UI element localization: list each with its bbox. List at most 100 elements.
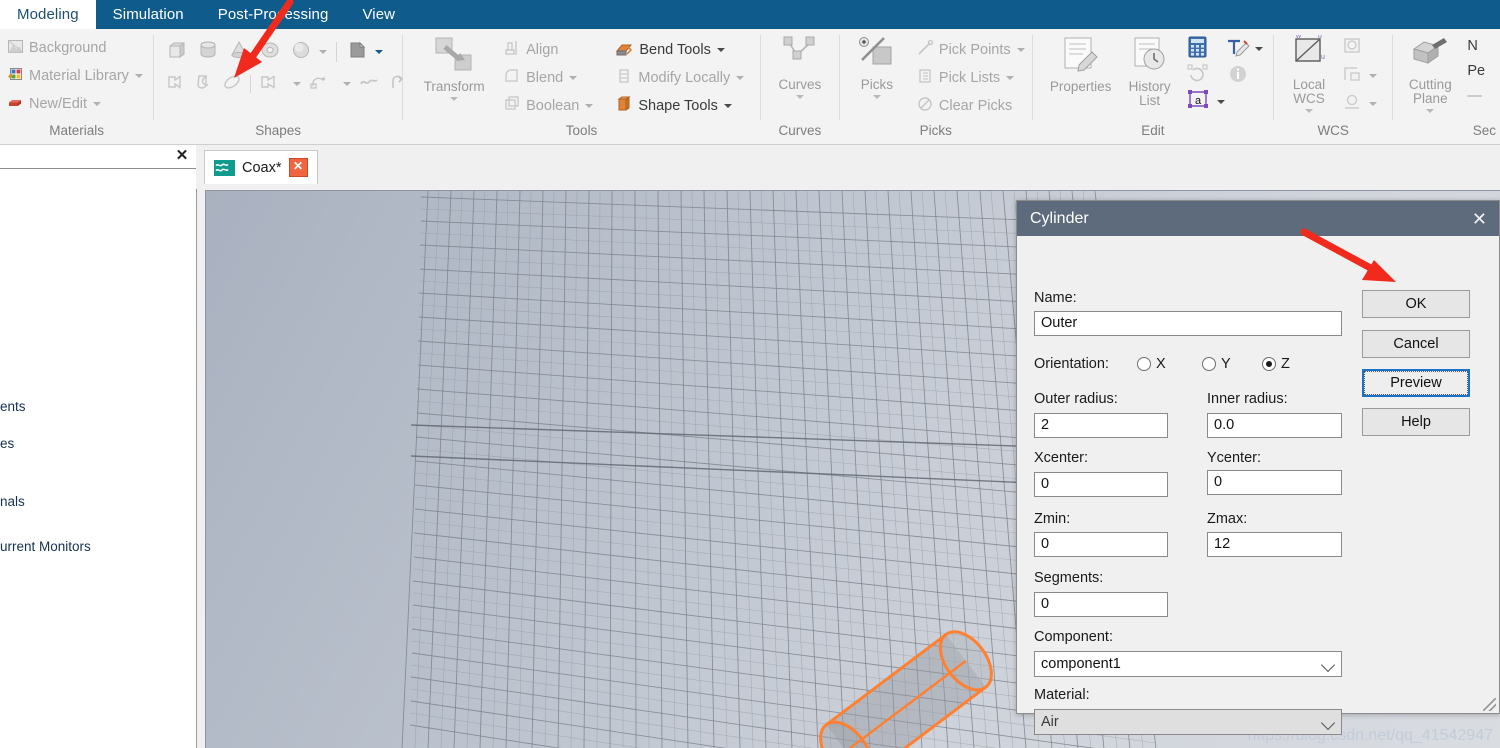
ycenter-input[interactable]: 0 — [1207, 470, 1342, 495]
cutting-plane-button[interactable]: Cutting Plane — [1399, 33, 1461, 113]
chevron-down-icon[interactable] — [723, 104, 732, 108]
cancel-button[interactable]: Cancel — [1362, 330, 1470, 358]
chevron-down-icon[interactable] — [1216, 100, 1225, 104]
brick-icon[interactable] — [166, 39, 188, 66]
new-edit-material-button[interactable]: New/Edit — [7, 90, 102, 118]
trace-from-curve-icon[interactable] — [259, 72, 279, 97]
rotate-icon[interactable] — [194, 72, 214, 97]
wcs-store-icon[interactable] — [1342, 92, 1363, 117]
resize-grip[interactable] — [1483, 698, 1496, 711]
clipped-item-dash[interactable]: — — [1467, 87, 1485, 105]
preview-button[interactable]: Preview — [1362, 369, 1470, 397]
chevron-down-icon[interactable] — [134, 74, 143, 78]
sphere-icon[interactable] — [290, 39, 312, 66]
extrude-icon[interactable] — [166, 72, 186, 97]
picks-button[interactable]: Picks — [848, 33, 906, 99]
curves-button[interactable]: Curves — [768, 33, 832, 99]
properties-button[interactable]: Properties — [1043, 33, 1119, 94]
chevron-down-icon[interactable] — [736, 76, 745, 80]
extrude-face-icon[interactable] — [346, 39, 368, 66]
segments-input[interactable]: 0 — [1034, 592, 1168, 617]
chevron-down-icon[interactable] — [716, 48, 725, 52]
orientation-radio-z[interactable]: Z — [1262, 356, 1290, 372]
cone-icon[interactable] — [228, 39, 250, 66]
tab-post-processing[interactable]: Post-Processing — [201, 0, 346, 29]
chevron-down-icon[interactable] — [1369, 102, 1378, 106]
modify-locally-button[interactable]: Modify Locally — [615, 64, 745, 92]
inner-radius-input[interactable]: 0.0 — [1207, 413, 1342, 438]
wire-icon[interactable] — [309, 72, 329, 97]
xcenter-input[interactable]: 0 — [1034, 472, 1168, 497]
clipped-item-pe[interactable]: Pe — [1467, 62, 1485, 80]
transform-button[interactable]: Transform — [417, 33, 491, 101]
outer-radius-input[interactable]: 2 — [1034, 413, 1168, 438]
chevron-down-icon[interactable] — [450, 97, 459, 101]
tab-view[interactable]: View — [345, 0, 412, 29]
chevron-down-icon[interactable] — [585, 104, 594, 108]
tree-item-current-monitors[interactable]: urrent Monitors — [0, 539, 91, 554]
chevron-down-icon[interactable] — [343, 82, 352, 86]
help-button[interactable]: Help — [1362, 408, 1470, 436]
bend-tools-button[interactable]: Bend Tools — [615, 36, 744, 64]
chevron-down-icon[interactable] — [1369, 74, 1378, 78]
shape-tools-button[interactable]: Shape Tools — [615, 92, 744, 120]
chevron-down-icon[interactable] — [293, 82, 302, 86]
pick-lists-button[interactable]: Pick Lists — [916, 64, 1025, 92]
wcs-transform-icon[interactable] — [1342, 64, 1363, 89]
document-tab-bar: Coax* ✕ — [196, 145, 1500, 189]
local-wcs-button[interactable]: w u u Local WCS — [1280, 33, 1338, 113]
orientation-radio-x[interactable]: X — [1137, 356, 1166, 372]
orientation-radio-y[interactable]: Y — [1202, 356, 1231, 372]
tree-item-signals[interactable]: nals — [0, 494, 25, 509]
bend-sheet-icon[interactable] — [359, 72, 379, 97]
tab-modeling[interactable]: Modeling — [0, 0, 96, 29]
tree-item-components[interactable]: ents — [0, 399, 26, 414]
chevron-down-icon[interactable] — [795, 95, 804, 99]
chevron-down-icon[interactable] — [1006, 76, 1015, 80]
pick-points-button[interactable]: Pick Points — [916, 36, 1025, 64]
material-library-button[interactable]: Material Library — [7, 62, 143, 90]
tab-simulation[interactable]: Simulation — [96, 0, 201, 29]
align-button[interactable]: Align — [503, 36, 593, 64]
update-parametric-icon[interactable] — [1187, 63, 1208, 89]
info-icon[interactable] — [1228, 64, 1248, 89]
zmin-input[interactable]: 0 — [1034, 532, 1168, 557]
anchor-point-icon[interactable]: a — [1187, 89, 1211, 116]
close-icon[interactable]: ✕ — [174, 148, 190, 164]
chevron-down-icon[interactable] — [375, 50, 384, 54]
material-select[interactable]: Air — [1034, 709, 1342, 735]
tree-item-curves[interactable]: es — [0, 436, 14, 451]
close-icon[interactable]: ✕ — [1472, 210, 1487, 228]
chevron-down-icon[interactable] — [93, 102, 102, 106]
torus-icon[interactable] — [259, 39, 281, 66]
chevron-down-icon[interactable] — [1016, 48, 1025, 52]
blend-button[interactable]: Blend — [503, 64, 593, 92]
document-tab-coax[interactable]: Coax* ✕ — [204, 150, 318, 184]
loft-icon[interactable] — [222, 72, 242, 97]
zmax-label: Zmax: — [1207, 511, 1248, 527]
ok-button[interactable]: OK — [1362, 290, 1470, 318]
chevron-down-icon[interactable] — [1426, 109, 1435, 113]
component-select[interactable]: component1 — [1034, 651, 1342, 677]
cylinder-icon[interactable] — [197, 39, 219, 66]
zmax-input[interactable]: 12 — [1207, 532, 1342, 557]
name-label: Name: — [1034, 290, 1077, 306]
wcs-align-icon[interactable] — [1342, 36, 1363, 61]
boolean-button[interactable]: Boolean — [503, 92, 594, 120]
background-button[interactable]: Background — [7, 34, 106, 62]
calculator-icon[interactable] — [1187, 36, 1208, 63]
chevron-down-icon[interactable] — [1305, 109, 1314, 113]
close-icon[interactable]: ✕ — [288, 158, 308, 177]
chevron-down-icon — [1320, 657, 1336, 673]
name-input[interactable]: Outer — [1034, 311, 1342, 336]
ribbon-group-sectional-view: Cutting Plane N Pe — Sec — [1393, 29, 1500, 144]
history-list-button[interactable]: History List — [1119, 33, 1181, 108]
chevron-down-icon[interactable] — [1254, 47, 1263, 51]
parameter-text-icon[interactable] — [1226, 37, 1250, 62]
chevron-down-icon[interactable] — [872, 95, 881, 99]
chevron-down-icon[interactable] — [319, 50, 328, 54]
clear-picks-button[interactable]: Clear Picks — [916, 92, 1025, 120]
transform-label: Transform — [423, 79, 485, 94]
clipped-item-n[interactable]: N — [1467, 37, 1485, 55]
chevron-down-icon[interactable] — [569, 76, 578, 80]
